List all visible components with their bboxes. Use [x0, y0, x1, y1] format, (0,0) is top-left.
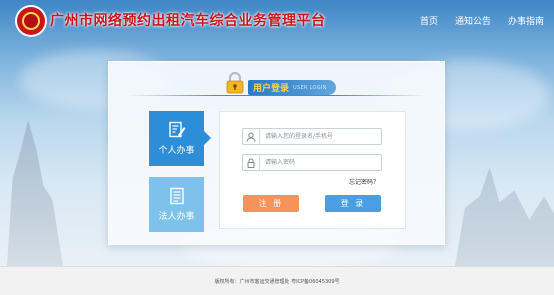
- document-list-icon: [169, 187, 184, 205]
- site-header: 广州市网络预约出租汽车综合业务管理平台 首页 通知公告 办事指南: [0, 0, 554, 40]
- user-icon: [243, 129, 260, 144]
- login-title-banner: 用户登录 USER LOGIN: [248, 80, 336, 95]
- lock-icon: [226, 72, 244, 94]
- nav-home-link[interactable]: 首页: [420, 14, 438, 27]
- city-tower-silhouette: [7, 120, 63, 266]
- password-input[interactable]: [260, 156, 378, 169]
- login-button[interactable]: 登 录: [325, 195, 381, 212]
- login-title-english: USER LOGIN: [293, 84, 327, 91]
- tab-legal-label: 法人办事: [158, 212, 195, 222]
- forgot-password-link[interactable]: 忘记密码？: [349, 177, 379, 186]
- site-title: 广州市网络预约出租汽车综合业务管理平台: [50, 13, 326, 29]
- copyright-text: 版权所有：广州市客运交通管理处 粤ICP备06045309号: [214, 278, 340, 285]
- login-title: 用户登录: [253, 84, 290, 94]
- nav-guide-link[interactable]: 办事指南: [508, 14, 544, 27]
- banner-divider: [128, 95, 428, 96]
- emblem-logo: [17, 7, 45, 35]
- padlock-icon: [243, 155, 260, 170]
- username-field: [242, 128, 382, 145]
- city-skyline-silhouette: [455, 167, 554, 266]
- top-nav: 首页 通知公告 办事指南: [403, 14, 544, 27]
- tab-personal-business[interactable]: 个人办事: [149, 111, 211, 166]
- site-footer: 版权所有：广州市客运交通管理处 粤ICP备06045309号: [0, 266, 554, 295]
- document-edit-icon: [168, 121, 185, 138]
- tab-personal-label: 个人办事: [158, 146, 195, 156]
- nav-notices-link[interactable]: 通知公告: [455, 14, 491, 27]
- register-button[interactable]: 注 册: [243, 195, 299, 212]
- password-field: [242, 154, 382, 171]
- username-input[interactable]: [260, 130, 378, 143]
- tab-legal-business[interactable]: 法人办事: [149, 177, 204, 232]
